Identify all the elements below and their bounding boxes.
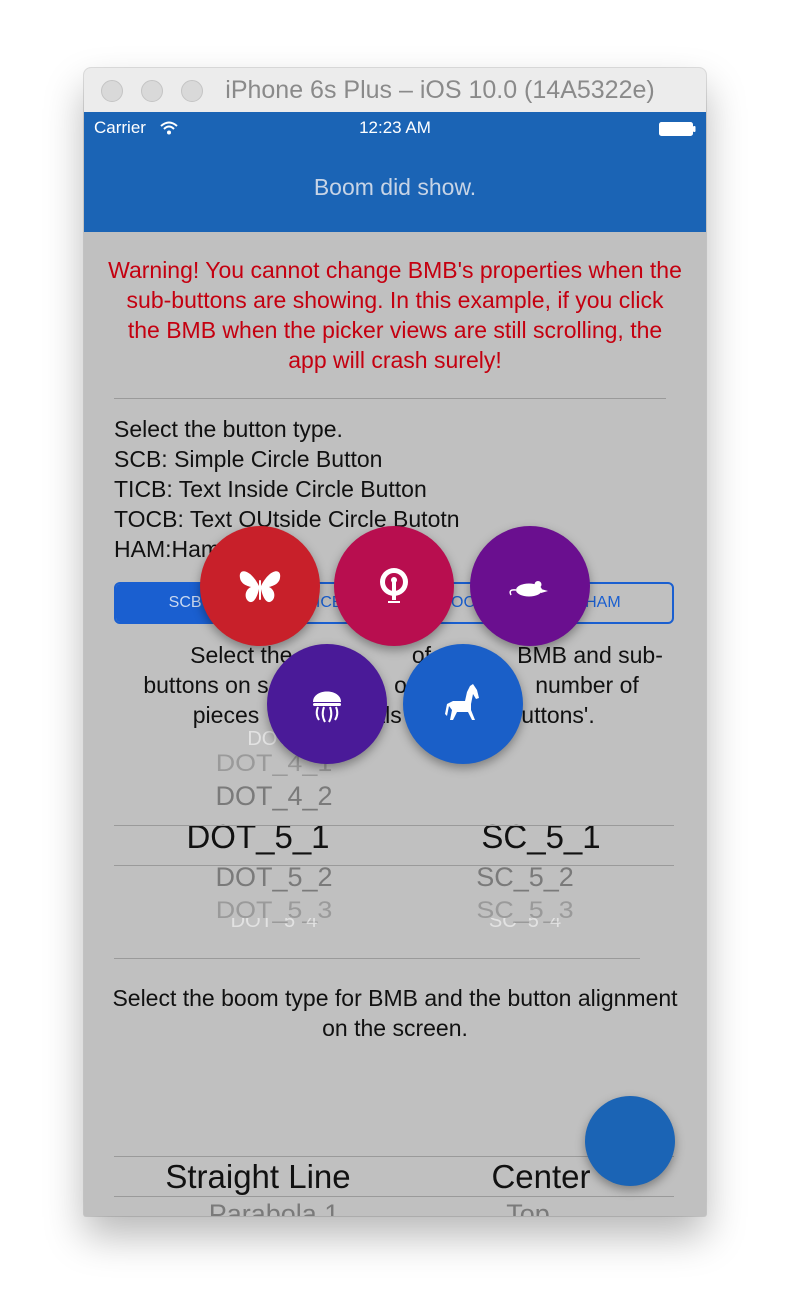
boom-menu-button[interactable] [585,1096,675,1186]
ticb-description: TICB: Text Inside Circle Button [114,476,427,502]
mouse-icon [509,581,548,597]
picker-item: SC_5_4 [489,918,561,927]
simulator-window: iPhone 6s Plus – iOS 10.0 (14A5322e) Car… [84,68,706,1216]
device-screen: Carrier 12:23 AM Boom did show. Warning!… [84,112,706,1216]
picker-selected-item: DOT_5_1 [186,818,330,855]
sub-button-mouse[interactable] [470,526,590,646]
picker-selection-line [114,825,674,826]
picker-item-clip: DOT_5_4 [184,918,364,927]
window-title: iPhone 6s Plus – iOS 10.0 (14A5322e) [225,76,655,104]
piece-text-4: buttons on s [143,672,269,698]
sub-button-jellyfish[interactable] [267,644,387,764]
picker-item: DOT_4_2 [215,781,333,811]
picker-item: SC_5_2 [476,862,574,892]
sub-button-butterfly[interactable] [200,526,320,646]
picker-item: DOT_5_4 [231,918,318,927]
piece-text-6: number of [535,672,639,698]
peacock-icon [380,568,408,603]
boom-type-description: Select the boom type for BMB and the but… [112,985,678,1041]
picker-selected-item: Straight Line [165,1158,351,1195]
sub-button-horse[interactable] [403,644,523,764]
warning-text: Warning! You cannot change BMB's propert… [108,257,682,373]
picker-item: Parabola 1 [208,1199,340,1216]
divider [114,958,640,959]
picker-selection-line [114,865,674,866]
picker-item: DOT_5_2 [215,862,333,892]
picker-item: Top [506,1199,550,1216]
navigation-bar: Carrier 12:23 AM Boom did show. [84,112,706,232]
clock-label: 12:23 AM [359,118,431,137]
piece-text-9: uttons'. [521,702,595,728]
nav-title: Boom did show. [313,174,477,200]
battery-icon [659,122,696,136]
piece-text-7: pieces [192,702,260,728]
picker-selection-line [114,1196,674,1197]
picker-selected-item: Center [491,1158,591,1195]
horse-icon [445,684,479,720]
window-titlebar: iPhone 6s Plus – iOS 10.0 (14A5322e) [84,68,706,113]
piece-text-3: BMB and sub- [517,642,663,668]
button-type-heading: Select the button type. [114,416,343,442]
scb-description: SCB: Simple Circle Button [114,446,383,472]
sub-button-peacock[interactable] [334,526,454,646]
divider [114,398,666,399]
picker-selected-item: SC_5_1 [481,818,601,855]
picker-item-clip: SC_5_4 [444,918,614,927]
butterfly-icon [239,571,281,603]
jellyfish-icon [313,691,341,723]
